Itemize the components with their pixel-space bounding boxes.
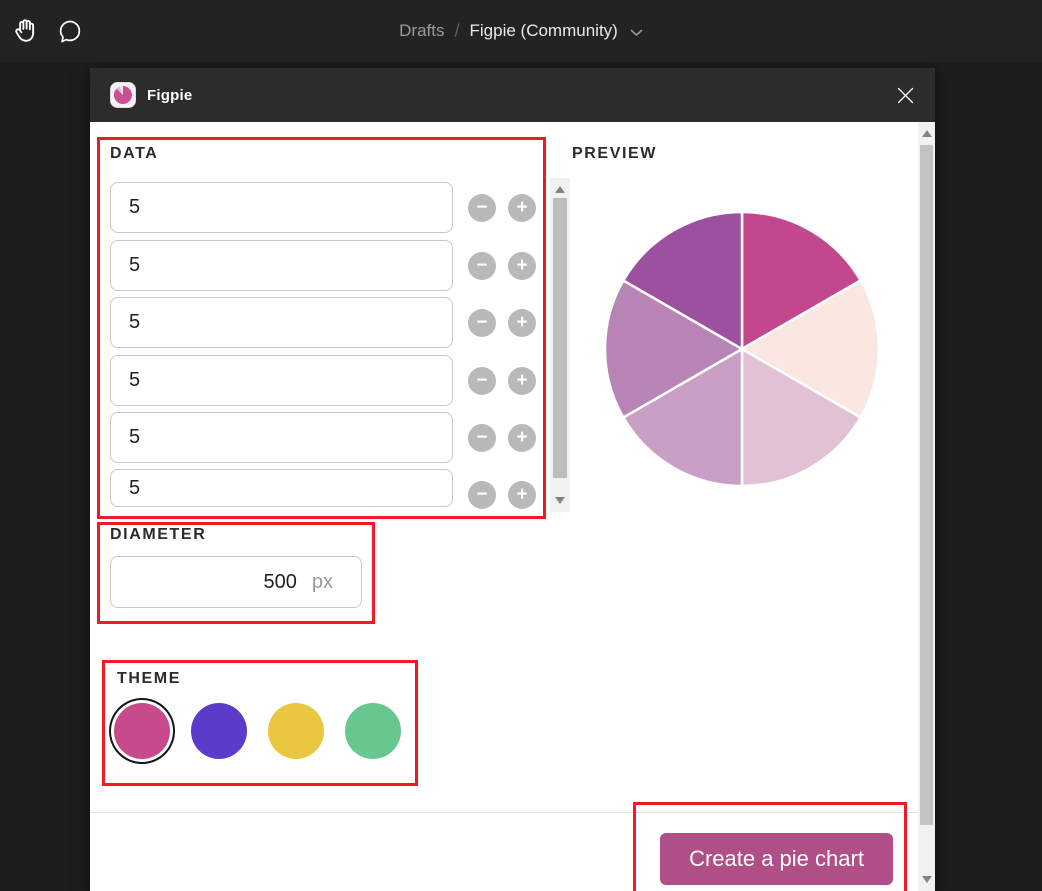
comment-bubble-icon bbox=[56, 17, 84, 45]
comment-tool-button[interactable] bbox=[48, 9, 92, 53]
theme-section-label: THEME bbox=[117, 670, 181, 688]
diameter-unit: px bbox=[312, 571, 333, 594]
footer-divider bbox=[90, 812, 918, 813]
theme-swatch-green[interactable] bbox=[345, 703, 401, 759]
scroll-down-arrow-icon[interactable] bbox=[555, 497, 565, 504]
data-input-2[interactable]: 5 bbox=[110, 240, 453, 291]
breadcrumb-separator: / bbox=[455, 21, 460, 42]
decrement-button[interactable]: − bbox=[468, 481, 496, 509]
pie-chart bbox=[602, 209, 882, 489]
increment-button[interactable]: + bbox=[508, 252, 536, 280]
decrement-button[interactable]: − bbox=[468, 367, 496, 395]
diameter-input[interactable]: 500 px bbox=[110, 556, 362, 608]
scrollbar-thumb[interactable] bbox=[553, 198, 567, 478]
data-row: 5 − + bbox=[110, 240, 550, 291]
scroll-up-arrow-icon[interactable] bbox=[922, 130, 932, 137]
data-row: 5 − + bbox=[110, 355, 550, 406]
data-input-5[interactable]: 5 bbox=[110, 412, 453, 463]
data-input-4[interactable]: 5 bbox=[110, 355, 453, 406]
create-pie-chart-button[interactable]: Create a pie chart bbox=[660, 833, 893, 885]
plugin-scrollbar[interactable] bbox=[918, 122, 935, 891]
close-button[interactable] bbox=[891, 81, 919, 109]
breadcrumb-drafts[interactable]: Drafts bbox=[399, 21, 444, 41]
data-row: 5 − + bbox=[110, 469, 550, 520]
decrement-button[interactable]: − bbox=[468, 194, 496, 222]
scroll-down-arrow-icon[interactable] bbox=[922, 876, 932, 883]
theme-swatch-pink[interactable] bbox=[114, 703, 170, 759]
diameter-section-label: DIAMETER bbox=[110, 526, 206, 544]
decrement-button[interactable]: − bbox=[468, 309, 496, 337]
theme-swatches bbox=[114, 703, 401, 759]
increment-button[interactable]: + bbox=[508, 424, 536, 452]
scroll-up-arrow-icon[interactable] bbox=[555, 186, 565, 193]
figpie-plugin-window: Figpie DATA 5 − + 5 − + 5 − + 5 − bbox=[90, 68, 935, 891]
breadcrumb-current-file[interactable]: Figpie (Community) bbox=[470, 21, 618, 41]
chevron-down-icon[interactable] bbox=[630, 29, 643, 37]
preview-section-label: PREVIEW bbox=[572, 145, 657, 163]
figma-toolbar: Drafts / Figpie (Community) bbox=[0, 0, 1042, 62]
data-section-label: DATA bbox=[110, 145, 158, 163]
figpie-logo-icon bbox=[110, 82, 136, 108]
data-input-1[interactable]: 5 bbox=[110, 182, 453, 233]
theme-swatch-yellow[interactable] bbox=[268, 703, 324, 759]
theme-swatch-purple[interactable] bbox=[191, 703, 247, 759]
data-row: 5 − + bbox=[110, 297, 550, 348]
data-list-scrollbar[interactable] bbox=[550, 178, 570, 512]
data-input-6[interactable]: 5 bbox=[110, 469, 453, 507]
increment-button[interactable]: + bbox=[508, 194, 536, 222]
decrement-button[interactable]: − bbox=[468, 424, 496, 452]
breadcrumb: Drafts / Figpie (Community) bbox=[0, 0, 1042, 62]
plugin-body: DATA 5 − + 5 − + 5 − + 5 − + 5 − + 5 − bbox=[90, 122, 935, 891]
decrement-button[interactable]: − bbox=[468, 252, 496, 280]
data-input-3[interactable]: 5 bbox=[110, 297, 453, 348]
increment-button[interactable]: + bbox=[508, 367, 536, 395]
close-icon bbox=[897, 87, 914, 104]
increment-button[interactable]: + bbox=[508, 309, 536, 337]
scrollbar-thumb[interactable] bbox=[920, 145, 933, 825]
data-row: 5 − + bbox=[110, 412, 550, 463]
increment-button[interactable]: + bbox=[508, 481, 536, 509]
diameter-value: 500 bbox=[264, 571, 297, 594]
data-row: 5 − + bbox=[110, 182, 550, 233]
hand-tool-button[interactable] bbox=[4, 9, 48, 53]
plugin-header: Figpie bbox=[90, 68, 935, 122]
hand-icon bbox=[11, 16, 41, 46]
plugin-title: Figpie bbox=[147, 87, 192, 104]
